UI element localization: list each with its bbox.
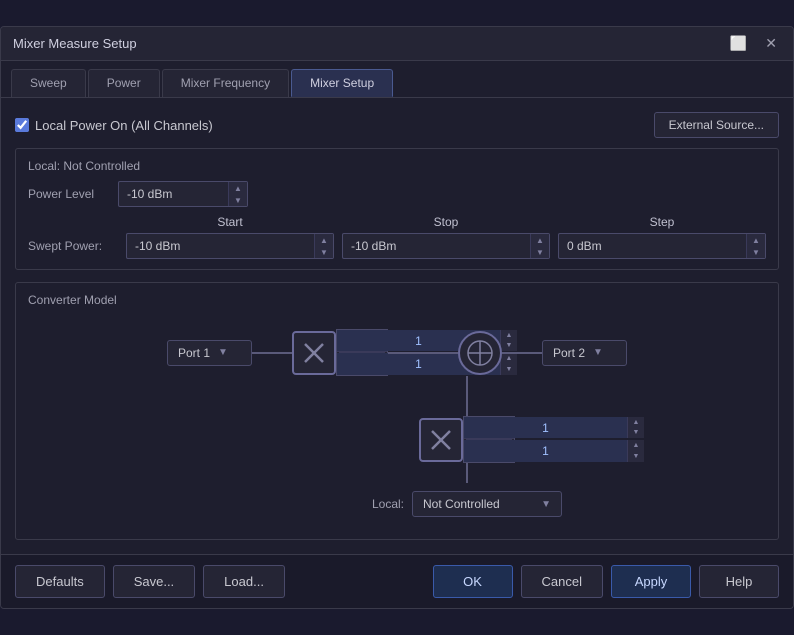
line-2 — [388, 352, 458, 354]
ratio-bottom-input-2[interactable] — [464, 440, 627, 462]
power-level-spinbox[interactable]: -10 dBm ▲ ▼ — [118, 181, 248, 207]
swept-stop-spinbox[interactable]: -10 dBm ▲ ▼ — [342, 233, 550, 259]
tab-mixer-setup[interactable]: Mixer Setup — [291, 69, 393, 97]
main-window: Mixer Measure Setup ⬜ ✕ Sweep Power Mixe… — [0, 26, 794, 609]
port2-label: Port 2 — [553, 346, 585, 360]
swept-start-spinbox[interactable]: -10 dBm ▲ ▼ — [126, 233, 334, 259]
local-dropdown-arrow: ▼ — [541, 499, 551, 510]
power-level-label: Power Level — [28, 187, 108, 201]
swept-power-row: Swept Power: -10 dBm ▲ ▼ -10 dBm ▲ ▼ — [28, 233, 766, 259]
power-level-row: Power Level -10 dBm ▲ ▼ — [28, 181, 766, 207]
content-area: Local Power On (All Channels) External S… — [1, 98, 793, 554]
port2-selector[interactable]: Port 2 ▼ — [542, 340, 627, 366]
ratio-bottom-row-2: ▲ ▼ — [464, 440, 514, 462]
power-level-value: -10 dBm — [119, 187, 228, 201]
step-header: Step — [558, 215, 766, 229]
swept-stop-up[interactable]: ▲ — [531, 234, 549, 246]
line-1 — [252, 352, 292, 354]
ratio-top-up-1[interactable]: ▲ — [501, 330, 517, 341]
bottom-connector: ▲ ▼ ▲ ▼ — [28, 376, 766, 517]
ratio-top-down-1[interactable]: ▼ — [501, 341, 517, 352]
apply-button[interactable]: Apply — [611, 565, 691, 598]
ratio-bottom-up-2[interactable]: ▲ — [628, 440, 644, 451]
local-power-checkbox[interactable] — [15, 118, 29, 132]
swept-stop-value: -10 dBm — [343, 239, 530, 253]
line-v-2 — [466, 463, 468, 483]
local-text-label: Local: — [372, 497, 404, 511]
line-3 — [502, 352, 542, 354]
local-section-label: Local: Not Controlled — [28, 159, 766, 173]
swept-start-down[interactable]: ▼ — [315, 246, 333, 258]
local-dropdown-value: Not Controlled — [423, 497, 500, 511]
ratio-top-up-2[interactable]: ▲ — [628, 417, 644, 428]
ratio-top-down-2[interactable]: ▼ — [628, 428, 644, 439]
port2-arrow-icon: ▼ — [593, 347, 603, 358]
converter-title: Converter Model — [28, 293, 766, 307]
ratio-box-2: ▲ ▼ ▲ ▼ — [463, 416, 515, 463]
local-power-label[interactable]: Local Power On (All Channels) — [15, 118, 213, 133]
sum-symbol — [458, 331, 502, 375]
ok-button[interactable]: OK — [433, 565, 513, 598]
port1-arrow-icon: ▼ — [218, 347, 228, 358]
power-level-down[interactable]: ▼ — [229, 194, 247, 206]
ratio-top-row-2: ▲ ▼ — [464, 417, 514, 439]
x-icon-2 — [427, 426, 455, 454]
tab-mixer-frequency[interactable]: Mixer Frequency — [162, 69, 289, 97]
ratio-box-1: ▲ ▼ ▲ ▼ — [336, 329, 388, 376]
mixer-symbol-2 — [419, 418, 463, 462]
diagram-inner: Port 1 ▼ — [28, 329, 766, 517]
power-level-arrows: ▲ ▼ — [228, 182, 247, 206]
swept-start-value: -10 dBm — [127, 239, 314, 253]
vertical-line — [466, 376, 468, 416]
ratio-bottom-row-1: ▲ ▼ — [337, 353, 387, 375]
swept-start-up[interactable]: ▲ — [315, 234, 333, 246]
swept-step-spinbox[interactable]: 0 dBm ▲ ▼ — [558, 233, 766, 259]
local-dropdown[interactable]: Not Controlled ▼ — [412, 491, 562, 517]
ratio-bottom-down-2[interactable]: ▼ — [628, 451, 644, 462]
top-section: Local Power On (All Channels) External S… — [15, 112, 779, 138]
port1-label: Port 1 — [178, 346, 210, 360]
stop-header: Stop — [342, 215, 550, 229]
sum-icon — [466, 339, 494, 367]
swept-step-down[interactable]: ▼ — [747, 246, 765, 258]
help-button[interactable]: Help — [699, 565, 779, 598]
x-icon — [300, 339, 328, 367]
bottom-bar: Defaults Save... Load... OK Cancel Apply… — [1, 554, 793, 608]
external-source-button[interactable]: External Source... — [654, 112, 779, 138]
ratio-top-row-1: ▲ ▼ — [337, 330, 387, 352]
title-bar-controls: ⬜ ✕ — [726, 35, 781, 52]
load-button[interactable]: Load... — [203, 565, 285, 598]
save-button[interactable]: Save... — [113, 565, 195, 598]
top-diagram-row: Port 1 ▼ — [167, 329, 627, 376]
power-level-up[interactable]: ▲ — [229, 182, 247, 194]
swept-header: Start Stop Step — [28, 215, 766, 229]
tab-power[interactable]: Power — [88, 69, 160, 97]
tab-sweep[interactable]: Sweep — [11, 69, 86, 97]
swept-step-up[interactable]: ▲ — [747, 234, 765, 246]
tab-bar: Sweep Power Mixer Frequency Mixer Setup — [1, 61, 793, 98]
bottom-mixer-row: ▲ ▼ ▲ ▼ — [419, 416, 515, 463]
snapshot-button[interactable]: ⬜ — [726, 35, 751, 52]
mixer-symbol-1 — [292, 331, 336, 375]
title-bar: Mixer Measure Setup ⬜ ✕ — [1, 27, 793, 61]
window-title: Mixer Measure Setup — [13, 36, 137, 51]
ratio-top-input-2[interactable] — [464, 417, 627, 438]
close-button[interactable]: ✕ — [761, 35, 781, 52]
port1-selector[interactable]: Port 1 ▼ — [167, 340, 252, 366]
swept-power-label: Swept Power: — [28, 239, 118, 253]
local-row: Local: Not Controlled ▼ — [372, 491, 562, 517]
ratio-bottom-down-1[interactable]: ▼ — [501, 364, 517, 375]
local-power-panel: Local: Not Controlled Power Level -10 dB… — [15, 148, 779, 270]
cancel-button[interactable]: Cancel — [521, 565, 603, 598]
converter-panel: Converter Model Port 1 ▼ — [15, 282, 779, 540]
converter-diagram: Port 1 ▼ — [28, 323, 766, 523]
ratio-bottom-up-1[interactable]: ▲ — [501, 353, 517, 364]
swept-step-value: 0 dBm — [559, 239, 746, 253]
swept-stop-down[interactable]: ▼ — [531, 246, 549, 258]
start-header: Start — [126, 215, 334, 229]
defaults-button[interactable]: Defaults — [15, 565, 105, 598]
